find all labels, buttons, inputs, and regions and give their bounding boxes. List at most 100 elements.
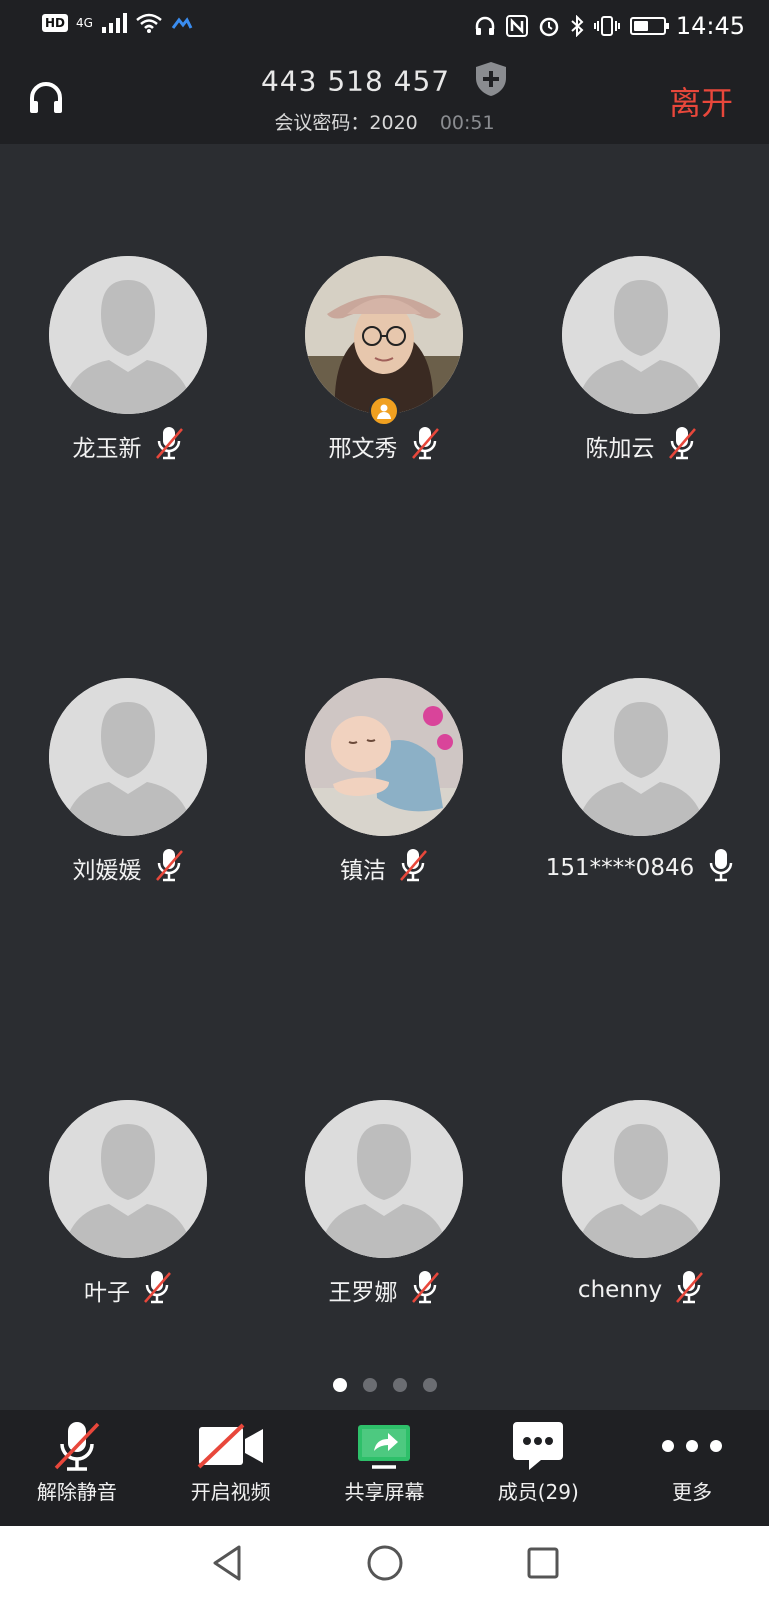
participant-tile[interactable]: 镇洁 (256, 678, 512, 886)
default-avatar-icon (562, 256, 720, 414)
avatar (49, 256, 207, 414)
participant-name-row: 王罗娜 (256, 1269, 512, 1311)
default-avatar-icon (49, 678, 207, 836)
vibrate-icon (593, 16, 620, 36)
host-badge-icon (369, 396, 399, 426)
status-left: HD 4G (42, 12, 193, 34)
participant-name: 刘媛媛 (72, 858, 142, 884)
participant-photo (305, 678, 463, 836)
participant-mic-status (667, 425, 697, 467)
clock: 14:45 (675, 12, 745, 40)
participant-name: 151****0846 (545, 855, 695, 881)
meeting-password: 会议密码：2020 (274, 112, 418, 134)
mic-muted-icon (400, 849, 427, 882)
start-video-label: 开启视频 (190, 1480, 271, 1504)
system-nav-bar (0, 1526, 769, 1600)
participant-tile[interactable]: 陈加云 (513, 256, 769, 464)
page-dot[interactable] (422, 1378, 437, 1392)
unmute-button[interactable]: 解除静音 (0, 1410, 154, 1526)
avatar (49, 678, 207, 836)
nfc-icon (505, 15, 528, 37)
members-label: 成员(29) (497, 1480, 579, 1504)
mic-muted-icon (411, 427, 439, 460)
participant-mic-status (154, 425, 184, 467)
default-avatar-icon (562, 1100, 720, 1258)
participant-name: 邢文秀 (328, 436, 398, 462)
participant-name-row: 刘媛媛 (0, 847, 256, 889)
participant-name: chenny (577, 1277, 663, 1303)
participant-name-row: chenny (513, 1269, 769, 1311)
mic-muted-icon (411, 1271, 439, 1304)
default-avatar-icon (305, 1100, 463, 1258)
participant-name-row: 邢文秀 (256, 425, 512, 467)
share-screen-button[interactable]: 共享屏幕 (308, 1410, 462, 1526)
meeting-meta: 会议密码：2020 00:51 (0, 108, 769, 135)
participant-mic-status (410, 1269, 440, 1311)
participant-name-row: 陈加云 (513, 425, 769, 467)
page-dot[interactable] (392, 1378, 407, 1392)
participant-tile[interactable]: 龙玉新 (0, 256, 256, 464)
meeting-header: 443 518 457 会议密码：2020 00:51 离开 (0, 52, 769, 144)
more-button[interactable]: 更多 (615, 1410, 769, 1526)
participant-mic-status (706, 847, 736, 889)
page-dot[interactable] (332, 1378, 347, 1392)
status-right: 14:45 (474, 12, 745, 40)
participant-name: 龙玉新 (72, 436, 142, 462)
meeting-id-row: 443 518 457 (0, 60, 769, 105)
wifi-icon (136, 13, 162, 33)
unmute-label: 解除静音 (36, 1480, 117, 1504)
share-screen-icon (358, 1425, 411, 1469)
participant-tile[interactable]: 叶子 (0, 1100, 256, 1308)
mic-muted-icon (155, 427, 183, 460)
participant-grid: 龙玉新 邢文秀 陈加云刘媛媛 镇洁 151****0846 叶子 王罗娜 chenny (0, 144, 769, 1410)
back-icon[interactable] (209, 1543, 245, 1583)
participant-tile[interactable]: 151****0846 (513, 678, 769, 886)
participant-name: 叶子 (84, 1280, 130, 1306)
participant-mic-status (674, 1269, 704, 1311)
page-indicator (0, 1378, 769, 1392)
more-label: 更多 (672, 1480, 713, 1504)
participant-name-row: 151****0846 (513, 847, 769, 889)
home-icon[interactable] (365, 1543, 405, 1583)
mic-muted-icon (676, 1271, 704, 1304)
participant-name-row: 叶子 (0, 1271, 256, 1308)
members-button[interactable]: 成员(29) (461, 1410, 615, 1526)
avatar (49, 1100, 207, 1258)
bluetooth-icon (571, 15, 584, 37)
meeting-toolbar: 解除静音 开启视频 共享屏幕 成员(29) 更多 (0, 1410, 769, 1526)
recents-icon[interactable] (525, 1545, 561, 1581)
participant-name-row: 龙玉新 (0, 425, 256, 467)
avatar (305, 678, 463, 836)
participant-photo (305, 256, 463, 414)
participant-tile[interactable]: 刘媛媛 (0, 678, 256, 886)
participant-mic-status (410, 425, 440, 467)
default-avatar-icon (49, 256, 207, 414)
video-off-icon (197, 1423, 263, 1469)
share-screen-label: 共享屏幕 (344, 1480, 425, 1504)
participant-mic-status (154, 847, 184, 889)
security-shield-icon[interactable] (474, 60, 508, 105)
avatar (562, 1100, 720, 1258)
participant-name: 王罗娜 (328, 1280, 398, 1306)
page-dot[interactable] (362, 1378, 377, 1392)
participant-tile[interactable]: 邢文秀 (256, 256, 512, 464)
battery-icon (629, 17, 669, 35)
status-bar: HD 4G 14:45 (0, 0, 769, 52)
avatar (305, 256, 463, 414)
headset-status-icon (475, 16, 495, 35)
network-type: 4G (76, 16, 93, 30)
default-avatar-icon (562, 678, 720, 836)
alarm-icon (539, 17, 559, 37)
avatar (562, 256, 720, 414)
participant-tile[interactable]: 王罗娜 (256, 1100, 512, 1308)
participant-tile[interactable]: chenny (513, 1100, 769, 1308)
leave-button[interactable]: 离开 (669, 78, 733, 124)
participant-name: 镇洁 (340, 858, 386, 884)
signal-icon (101, 13, 127, 33)
app-notification-icon (171, 17, 193, 29)
mic-muted-icon (668, 427, 696, 460)
start-video-button[interactable]: 开启视频 (154, 1410, 308, 1526)
more-dots-icon (662, 1440, 723, 1452)
avatar (305, 1100, 463, 1258)
meeting-id: 443 518 457 (260, 64, 451, 98)
